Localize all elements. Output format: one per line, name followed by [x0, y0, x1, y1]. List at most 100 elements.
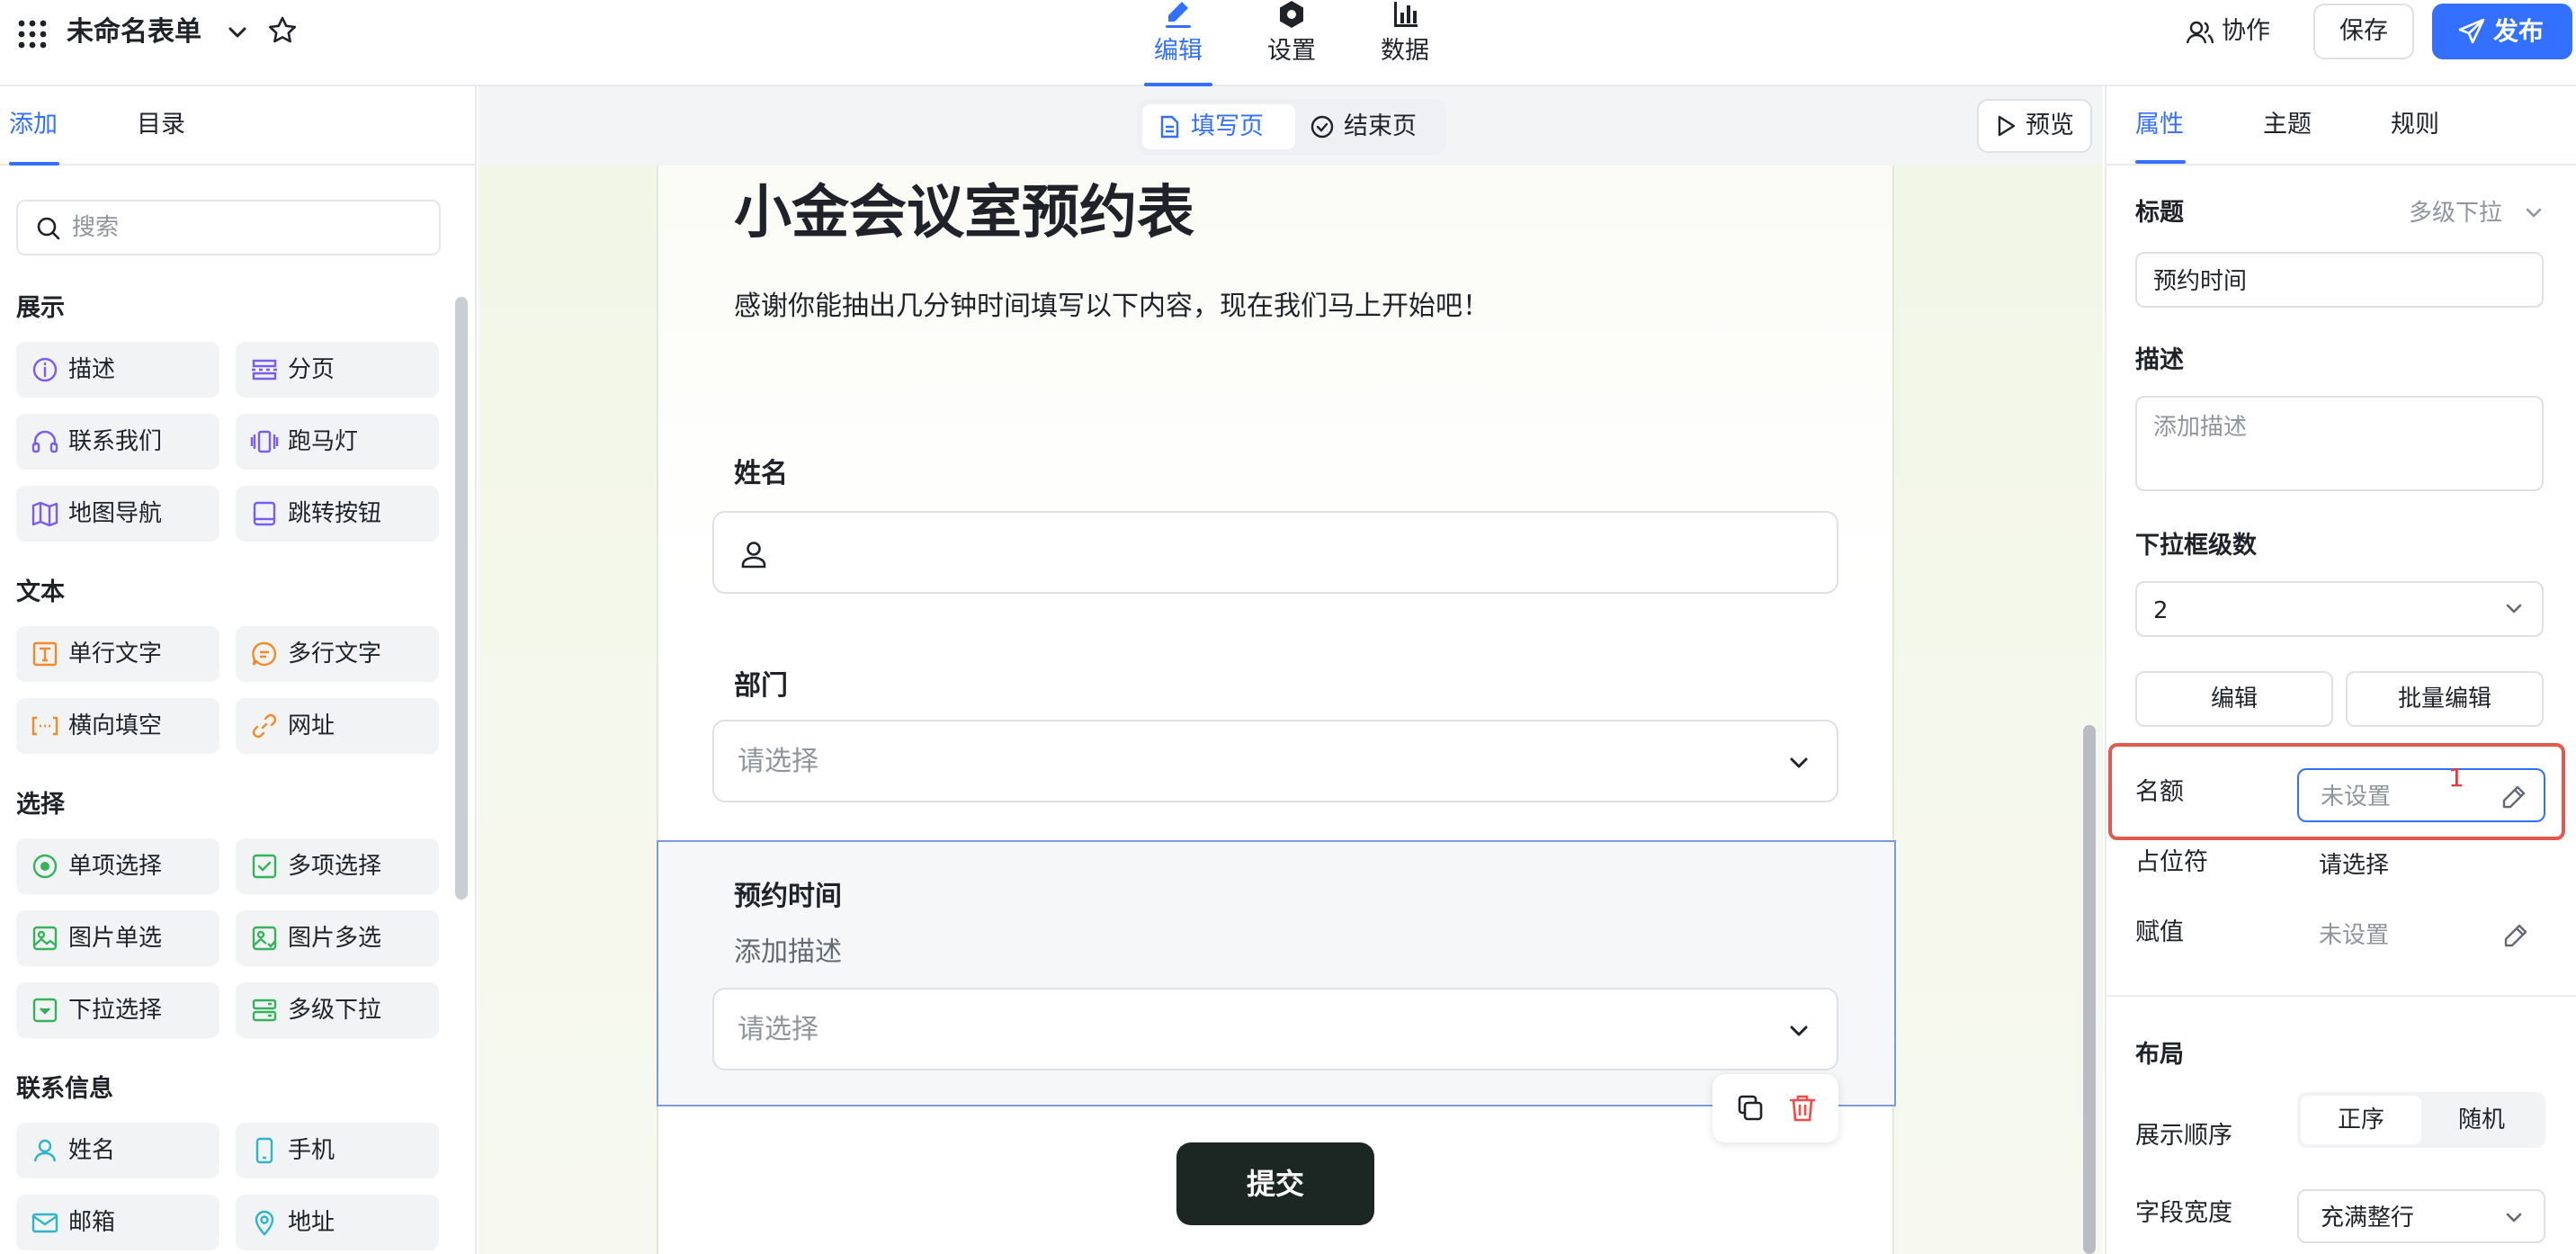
delete-icon[interactable]: [1784, 1090, 1820, 1126]
copy-icon[interactable]: [1732, 1090, 1768, 1126]
info-circle-icon: [31, 355, 59, 384]
component-single-choice[interactable]: 单项选择: [16, 838, 219, 894]
link-icon: [250, 712, 279, 740]
search-input[interactable]: [72, 202, 423, 254]
component-multi-choice[interactable]: 多项选择: [236, 838, 439, 894]
search-field[interactable]: [16, 200, 441, 255]
tab-theme[interactable]: 主题: [2263, 108, 2312, 142]
left-panel-scrollbar[interactable]: [455, 297, 468, 900]
component-description[interactable]: 描述: [16, 342, 219, 398]
component-map-navigation[interactable]: 地图导航: [16, 486, 219, 542]
dropdown-levels-select[interactable]: 2: [2135, 581, 2544, 637]
component-multi-line-text[interactable]: 多行文字: [236, 626, 439, 682]
button-icon: [250, 499, 279, 528]
form-heading[interactable]: 小金会议室预约表: [734, 173, 1194, 254]
image-radio-icon: [31, 924, 59, 953]
component-image-multi[interactable]: 图片多选: [236, 910, 439, 966]
preview-button[interactable]: 预览: [1977, 99, 2092, 153]
publish-label: 发布: [2493, 16, 2545, 46]
dropdown-icon: [31, 996, 59, 1025]
textarea-icon: [250, 640, 279, 668]
edit-options-button[interactable]: 编辑: [2135, 671, 2333, 727]
display-order-segmented: 正序 随机: [2297, 1092, 2545, 1148]
submit-button[interactable]: 提交: [1176, 1142, 1374, 1225]
batch-edit-button[interactable]: 批量编辑: [2346, 671, 2544, 727]
component-phone[interactable]: 手机: [236, 1123, 439, 1178]
placeholder-field[interactable]: 请选择: [2297, 838, 2545, 892]
component-dropdown[interactable]: 下拉选择: [16, 982, 219, 1038]
component-label: 图片单选: [68, 925, 163, 952]
component-name[interactable]: 姓名: [16, 1123, 219, 1178]
booking-time-select[interactable]: 请选择: [712, 988, 1838, 1070]
canvas-scrollbar[interactable]: [2083, 725, 2096, 1254]
tab-fill-page[interactable]: 填写页: [1142, 104, 1295, 149]
field-width-select[interactable]: 充满整行: [2297, 1189, 2545, 1243]
mail-icon: [31, 1208, 59, 1237]
component-label: 单行文字: [68, 640, 163, 667]
department-select[interactable]: 请选择: [712, 720, 1838, 802]
tab-settings[interactable]: 设置: [1229, 0, 1355, 86]
component-cascade-dropdown[interactable]: 多级下拉: [236, 982, 439, 1038]
order-ascending-option[interactable]: 正序: [2301, 1096, 2421, 1144]
tab-end-page[interactable]: 结束页: [1295, 104, 1439, 149]
tab-catalog[interactable]: 目录: [137, 108, 185, 142]
assign-field[interactable]: 未设置: [2297, 909, 2545, 963]
app-grid-icon[interactable]: [14, 16, 50, 52]
component-image-single[interactable]: 图片单选: [16, 910, 219, 966]
tab-edit[interactable]: 编辑: [1115, 0, 1241, 86]
title-input-value: 预约时间: [2153, 268, 2248, 295]
collaborate-button[interactable]: 协作: [2175, 7, 2292, 56]
order-random-option[interactable]: 随机: [2421, 1096, 2542, 1144]
tab-underline: [2135, 160, 2186, 164]
publish-button[interactable]: 发布: [2432, 4, 2572, 59]
component-label: 地址: [288, 1209, 335, 1236]
chevron-down-icon[interactable]: [223, 18, 252, 47]
save-button[interactable]: 保存: [2313, 4, 2414, 59]
pencil-icon[interactable]: [2502, 922, 2529, 949]
title-input[interactable]: 预约时间: [2135, 252, 2544, 308]
top-bar: 未命名表单 编辑 设置 数据 协作 保存 发布: [0, 0, 2576, 86]
component-contact-us[interactable]: 联系我们: [16, 414, 219, 470]
tab-properties[interactable]: 属性: [2135, 108, 2184, 142]
component-inline-blank[interactable]: 横向填空: [16, 698, 219, 754]
tab-data[interactable]: 数据: [1342, 0, 1468, 86]
chevron-down-icon: [2500, 1205, 2527, 1232]
component-panel: 添加 目录 展示 描述 分页 联系我们 跑马灯 地图导航 跳转按钮 文本 单行文…: [0, 86, 477, 1254]
form-title[interactable]: 未命名表单: [67, 13, 201, 52]
component-url[interactable]: 网址: [236, 698, 439, 754]
name-input[interactable]: [712, 511, 1838, 594]
chevron-down-icon: [2520, 200, 2547, 227]
tab-rules[interactable]: 规则: [2391, 108, 2439, 142]
component-label: 分页: [288, 356, 335, 383]
component-jump-button[interactable]: 跳转按钮: [236, 486, 439, 542]
title-label: 标题: [2135, 199, 2184, 227]
search-icon: [36, 216, 61, 241]
placeholder-value: 请选择: [2319, 852, 2390, 879]
field-type-label: 多级下拉: [2409, 200, 2503, 227]
gear-icon: [1275, 0, 1308, 31]
page-switch: 填写页 结束页: [1137, 99, 1446, 155]
assign-label: 赋值: [2135, 918, 2184, 946]
component-single-line-text[interactable]: 单行文字: [16, 626, 219, 682]
chevron-down-icon: [1783, 1015, 1815, 1047]
tab-settings-label: 设置: [1267, 37, 1316, 65]
component-label: 联系我们: [68, 428, 163, 455]
form-subtitle[interactable]: 感谢你能抽出几分钟时间填写以下内容，现在我们马上开始吧！: [734, 288, 1489, 326]
field-type-selector[interactable]: 多级下拉: [2409, 196, 2542, 230]
tabs-divider: [2106, 164, 2576, 166]
component-email[interactable]: 邮箱: [16, 1195, 219, 1250]
map-icon: [31, 499, 59, 528]
field-action-toolbar: [1713, 1074, 1838, 1142]
component-marquee[interactable]: 跑马灯: [236, 414, 439, 470]
tab-add[interactable]: 添加: [9, 108, 58, 142]
layout-label: 布局: [2135, 1041, 2184, 1069]
description-input[interactable]: 添加描述: [2135, 396, 2544, 491]
component-label: 多级下拉: [288, 997, 382, 1024]
image-checkbox-icon: [250, 924, 279, 953]
star-icon[interactable]: [266, 14, 299, 47]
component-page-break[interactable]: 分页: [236, 342, 439, 398]
component-address[interactable]: 地址: [236, 1195, 439, 1250]
left-tabs: 添加 目录: [0, 86, 475, 166]
field-description[interactable]: 添加描述: [734, 934, 842, 972]
check-circle-icon: [1310, 114, 1335, 139]
